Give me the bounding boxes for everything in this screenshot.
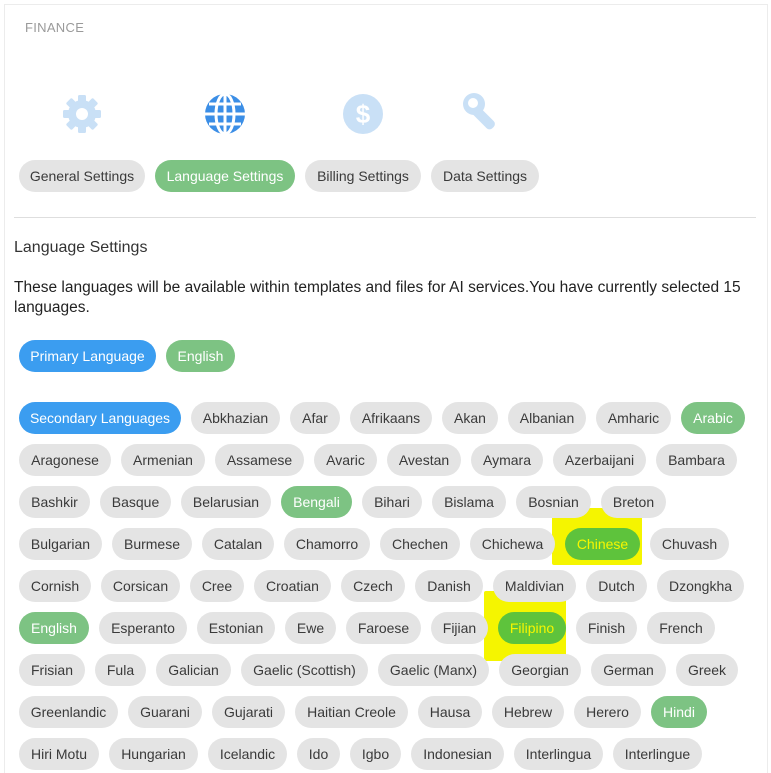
language-chip-french[interactable]: French xyxy=(647,612,715,644)
language-chip-chinese[interactable]: Chinese xyxy=(565,528,640,560)
language-chip-hiri-motu[interactable]: Hiri Motu xyxy=(19,738,99,770)
tab-general-settings[interactable]: General Settings xyxy=(19,160,145,192)
language-chip-dutch[interactable]: Dutch xyxy=(586,570,647,602)
language-chip-interlingua[interactable]: Interlingua xyxy=(514,738,603,770)
language-chip-danish[interactable]: Danish xyxy=(415,570,483,602)
tab-data-settings[interactable]: Data Settings xyxy=(431,160,539,192)
primary-language-value[interactable]: English xyxy=(166,340,235,372)
language-chip-cornish[interactable]: Cornish xyxy=(19,570,91,602)
page-title: Language Settings xyxy=(14,239,148,256)
language-chip-burmese[interactable]: Burmese xyxy=(112,528,192,560)
language-chip-avaric[interactable]: Avaric xyxy=(314,444,377,476)
language-chip-croatian[interactable]: Croatian xyxy=(254,570,331,602)
language-chip-breton[interactable]: Breton xyxy=(601,486,666,518)
language-chip-chechen[interactable]: Chechen xyxy=(380,528,460,560)
language-chip-fula[interactable]: Fula xyxy=(95,654,146,686)
dollar-icon[interactable]: $ xyxy=(339,90,387,138)
globe-icon[interactable] xyxy=(201,90,249,138)
language-chip-guarani[interactable]: Guarani xyxy=(128,696,202,728)
language-chip-frisian[interactable]: Frisian xyxy=(19,654,85,686)
language-chip-azerbaijani[interactable]: Azerbaijani xyxy=(553,444,646,476)
language-chip-cree[interactable]: Cree xyxy=(190,570,244,602)
language-chip-armenian[interactable]: Armenian xyxy=(121,444,205,476)
language-chip-hebrew[interactable]: Hebrew xyxy=(492,696,564,728)
gear-icon[interactable] xyxy=(58,90,106,138)
language-chip-chichewa[interactable]: Chichewa xyxy=(470,528,555,560)
language-chip-galician[interactable]: Galician xyxy=(156,654,231,686)
tab-language-settings[interactable]: Language Settings xyxy=(155,160,295,192)
language-chip-akan[interactable]: Akan xyxy=(442,402,498,434)
language-chip-igbo[interactable]: Igbo xyxy=(350,738,401,770)
tab-billing-settings[interactable]: Billing Settings xyxy=(305,160,421,192)
language-chip-avestan[interactable]: Avestan xyxy=(387,444,461,476)
divider xyxy=(14,217,756,218)
language-chip-herero[interactable]: Herero xyxy=(574,696,641,728)
section-label: FINANCE xyxy=(25,20,85,35)
language-chip-chamorro[interactable]: Chamorro xyxy=(284,528,370,560)
language-chip-ewe[interactable]: Ewe xyxy=(285,612,336,644)
description-text: These languages will be available within… xyxy=(14,279,741,316)
language-chip-estonian[interactable]: Estonian xyxy=(197,612,275,644)
language-chip-aragonese[interactable]: Aragonese xyxy=(19,444,111,476)
language-chip-bashkir[interactable]: Bashkir xyxy=(19,486,90,518)
language-chip-afrikaans[interactable]: Afrikaans xyxy=(350,402,432,434)
language-chip-hindi[interactable]: Hindi xyxy=(651,696,707,728)
language-chip-faroese[interactable]: Faroese xyxy=(346,612,421,644)
language-chip-hausa[interactable]: Hausa xyxy=(418,696,482,728)
language-chip-assamese[interactable]: Assamese xyxy=(215,444,304,476)
language-chip-haitian-creole[interactable]: Haitian Creole xyxy=(295,696,408,728)
language-chip-dzongkha[interactable]: Dzongkha xyxy=(657,570,744,602)
language-chip-basque[interactable]: Basque xyxy=(100,486,171,518)
language-chip-bambara[interactable]: Bambara xyxy=(656,444,737,476)
language-chip-corsican[interactable]: Corsican xyxy=(101,570,180,602)
language-chip-belarusian[interactable]: Belarusian xyxy=(181,486,271,518)
language-chip-czech[interactable]: Czech xyxy=(341,570,405,602)
language-chip-gujarati[interactable]: Gujarati xyxy=(212,696,285,728)
language-chip-arabic[interactable]: Arabic xyxy=(681,402,745,434)
language-chip-ido[interactable]: Ido xyxy=(297,738,340,770)
language-chip-bihari[interactable]: Bihari xyxy=(362,486,422,518)
primary-language-label: Primary Language xyxy=(19,340,156,372)
language-chip-icelandic[interactable]: Icelandic xyxy=(208,738,287,770)
language-chip-gaelic-manx[interactable]: Gaelic (Manx) xyxy=(378,654,489,686)
language-chip-english[interactable]: English xyxy=(19,612,89,644)
language-chip-filipino[interactable]: Filipino xyxy=(498,612,566,644)
language-chip-aymara[interactable]: Aymara xyxy=(471,444,543,476)
language-chip-abkhazian[interactable]: Abkhazian xyxy=(191,402,280,434)
language-chip-albanian[interactable]: Albanian xyxy=(508,402,586,434)
language-chip-gaelic-scottish[interactable]: Gaelic (Scottish) xyxy=(241,654,368,686)
wrench-icon[interactable] xyxy=(460,90,508,138)
language-chip-bosnian[interactable]: Bosnian xyxy=(516,486,591,518)
language-chip-greek[interactable]: Greek xyxy=(676,654,738,686)
language-chip-greenlandic[interactable]: Greenlandic xyxy=(19,696,118,728)
language-chip-indonesian[interactable]: Indonesian xyxy=(411,738,504,770)
language-chip-hungarian[interactable]: Hungarian xyxy=(109,738,198,770)
language-chip-bulgarian[interactable]: Bulgarian xyxy=(19,528,102,560)
language-chip-georgian[interactable]: Georgian xyxy=(499,654,581,686)
language-chip-amharic[interactable]: Amharic xyxy=(596,402,671,434)
secondary-languages-label: Secondary Languages xyxy=(19,402,181,434)
svg-text:$: $ xyxy=(356,99,371,129)
language-chip-finish[interactable]: Finish xyxy=(576,612,637,644)
language-chip-esperanto[interactable]: Esperanto xyxy=(99,612,187,644)
language-chip-maldivian[interactable]: Maldivian xyxy=(493,570,576,602)
language-chip-bislama[interactable]: Bislama xyxy=(432,486,506,518)
language-chip-german[interactable]: German xyxy=(591,654,666,686)
language-chip-chuvash[interactable]: Chuvash xyxy=(650,528,729,560)
language-chip-catalan[interactable]: Catalan xyxy=(202,528,274,560)
language-chip-bengali[interactable]: Bengali xyxy=(281,486,352,518)
language-chip-interlingue[interactable]: Interlingue xyxy=(613,738,702,770)
language-chip-fijian[interactable]: Fijian xyxy=(431,612,488,644)
language-chip-afar[interactable]: Afar xyxy=(290,402,340,434)
